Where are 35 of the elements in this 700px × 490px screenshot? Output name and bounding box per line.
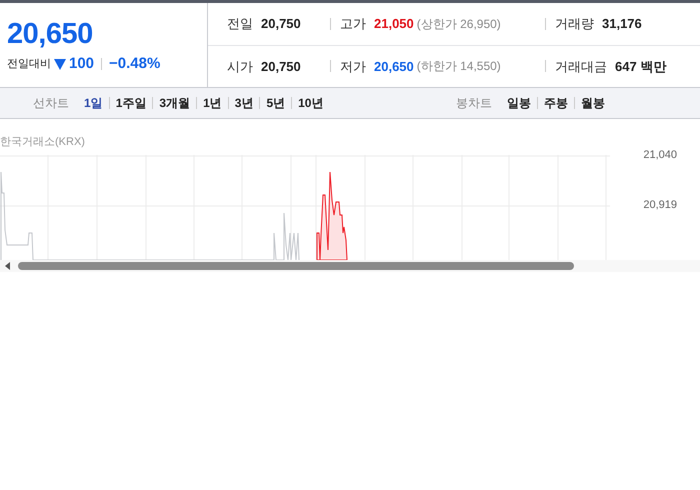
period-tab[interactable]: 3년 <box>234 94 254 112</box>
scrollbar-thumb[interactable] <box>18 262 574 270</box>
price-limit: (하한가 14,550) <box>416 58 501 76</box>
stat-label: 고가 <box>340 15 366 33</box>
y-axis-label: 20,919 <box>642 198 677 212</box>
stat-label: 전일 <box>227 15 253 33</box>
stat-label: 거래량 <box>555 15 594 33</box>
stat-value: 31,176 <box>602 15 642 33</box>
y-axis-label: 21,040 <box>642 148 677 162</box>
stat-value: 20,750 <box>261 58 301 76</box>
period-tab[interactable]: 1일 <box>84 94 103 112</box>
change-label: 전일대비 <box>7 57 51 72</box>
period-tab[interactable]: 주봉 <box>544 94 568 112</box>
stat-label: 거래대금 <box>555 58 607 76</box>
stat-label: 저가 <box>340 58 366 76</box>
data-source-label: 한국거래소(KRX) <box>0 136 85 148</box>
tab-group-label: 봉차트 <box>456 95 492 112</box>
period-tab[interactable]: 1주일 <box>116 94 146 112</box>
stat-value: 647 백만 <box>615 58 666 76</box>
stat-value: 20,750 <box>261 15 301 33</box>
stat-value: 20,650 <box>374 58 414 76</box>
period-tab[interactable]: 5년 <box>266 94 286 112</box>
period-tab[interactable]: 10년 <box>298 94 324 112</box>
change-amount: 100 <box>69 54 94 74</box>
price-limit: (상한가 26,950) <box>416 16 501 33</box>
period-tab[interactable]: 3개월 <box>159 94 190 112</box>
stat-value: 21,050 <box>374 15 414 33</box>
stat-label: 시가 <box>227 58 253 76</box>
tab-group-label: 선차트 <box>33 95 69 112</box>
scroll-left-arrow-icon[interactable] <box>5 262 11 270</box>
current-price: 20,650 <box>7 18 94 50</box>
period-tab[interactable]: 1년 <box>203 94 222 112</box>
period-tab[interactable]: 일봉 <box>507 94 531 112</box>
period-tab[interactable]: 월봉 <box>581 94 605 112</box>
change-rate: −0.48% <box>109 54 160 74</box>
